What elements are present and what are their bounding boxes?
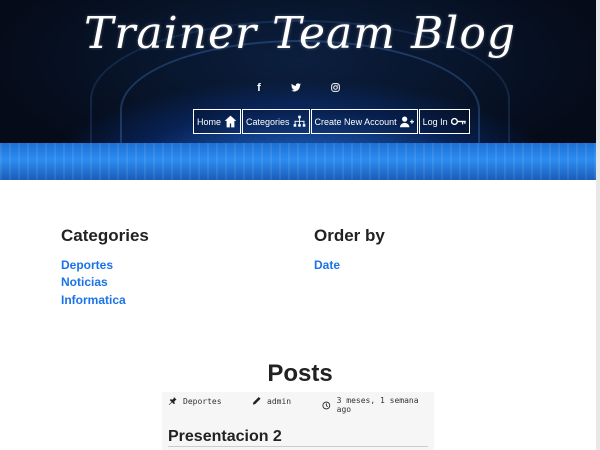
facebook-icon[interactable]: f	[249, 78, 269, 98]
order-by-heading: Order by	[314, 226, 385, 245]
post-divider	[168, 446, 428, 447]
post-author-label: admin	[267, 396, 292, 406]
social-links: f	[0, 78, 600, 98]
post-category-label: Deportes	[183, 396, 222, 406]
page-scrollbar[interactable]	[596, 0, 600, 450]
brand-title[interactable]: Trainer Team Blog	[0, 8, 600, 59]
nav-home-button[interactable]: Home	[193, 109, 242, 134]
post-time-label: 3 meses, 1 semana ago	[336, 396, 419, 414]
home-icon	[224, 115, 237, 128]
posts-heading: Posts	[267, 360, 333, 387]
post-time: 3 meses, 1 semana ago	[322, 396, 434, 414]
post-card[interactable]: Deportes admin 3 meses, 1 semana ago Pre…	[162, 392, 434, 450]
instagram-icon[interactable]	[325, 78, 345, 98]
post-title[interactable]: Presentacion 2	[168, 428, 282, 446]
category-link-deportes[interactable]: Deportes	[61, 258, 113, 272]
categories-heading: Categories	[61, 226, 149, 245]
nav-categories-button[interactable]: Categories	[242, 109, 310, 134]
order-by-date-link[interactable]: Date	[314, 258, 340, 272]
nav-create-account-button[interactable]: Create New Account	[310, 109, 418, 134]
nav-categories-label: Categories	[246, 116, 290, 127]
sitemap-icon	[293, 115, 306, 128]
twitter-icon[interactable]	[286, 78, 306, 98]
nav-create-account-label: Create New Account	[314, 116, 397, 127]
user-plus-icon	[399, 115, 414, 128]
key-icon	[450, 117, 466, 126]
post-category[interactable]: Deportes	[168, 396, 222, 406]
nav-login-button[interactable]: Log In	[418, 109, 470, 134]
nav-login-label: Log In	[422, 116, 448, 127]
category-link-informatica[interactable]: Informatica	[61, 293, 126, 307]
pencil-icon	[252, 396, 261, 405]
clock-icon	[322, 401, 331, 409]
post-author[interactable]: admin	[252, 396, 291, 406]
category-link-noticias[interactable]: Noticias	[61, 275, 108, 289]
nav-home-label: Home	[197, 116, 222, 127]
header-band	[0, 143, 600, 180]
pin-icon	[168, 396, 177, 406]
main-nav: Home Categories Create New Account Log I…	[193, 109, 471, 134]
site-header: Trainer Team Blog f Home Categories Crea…	[0, 0, 600, 180]
